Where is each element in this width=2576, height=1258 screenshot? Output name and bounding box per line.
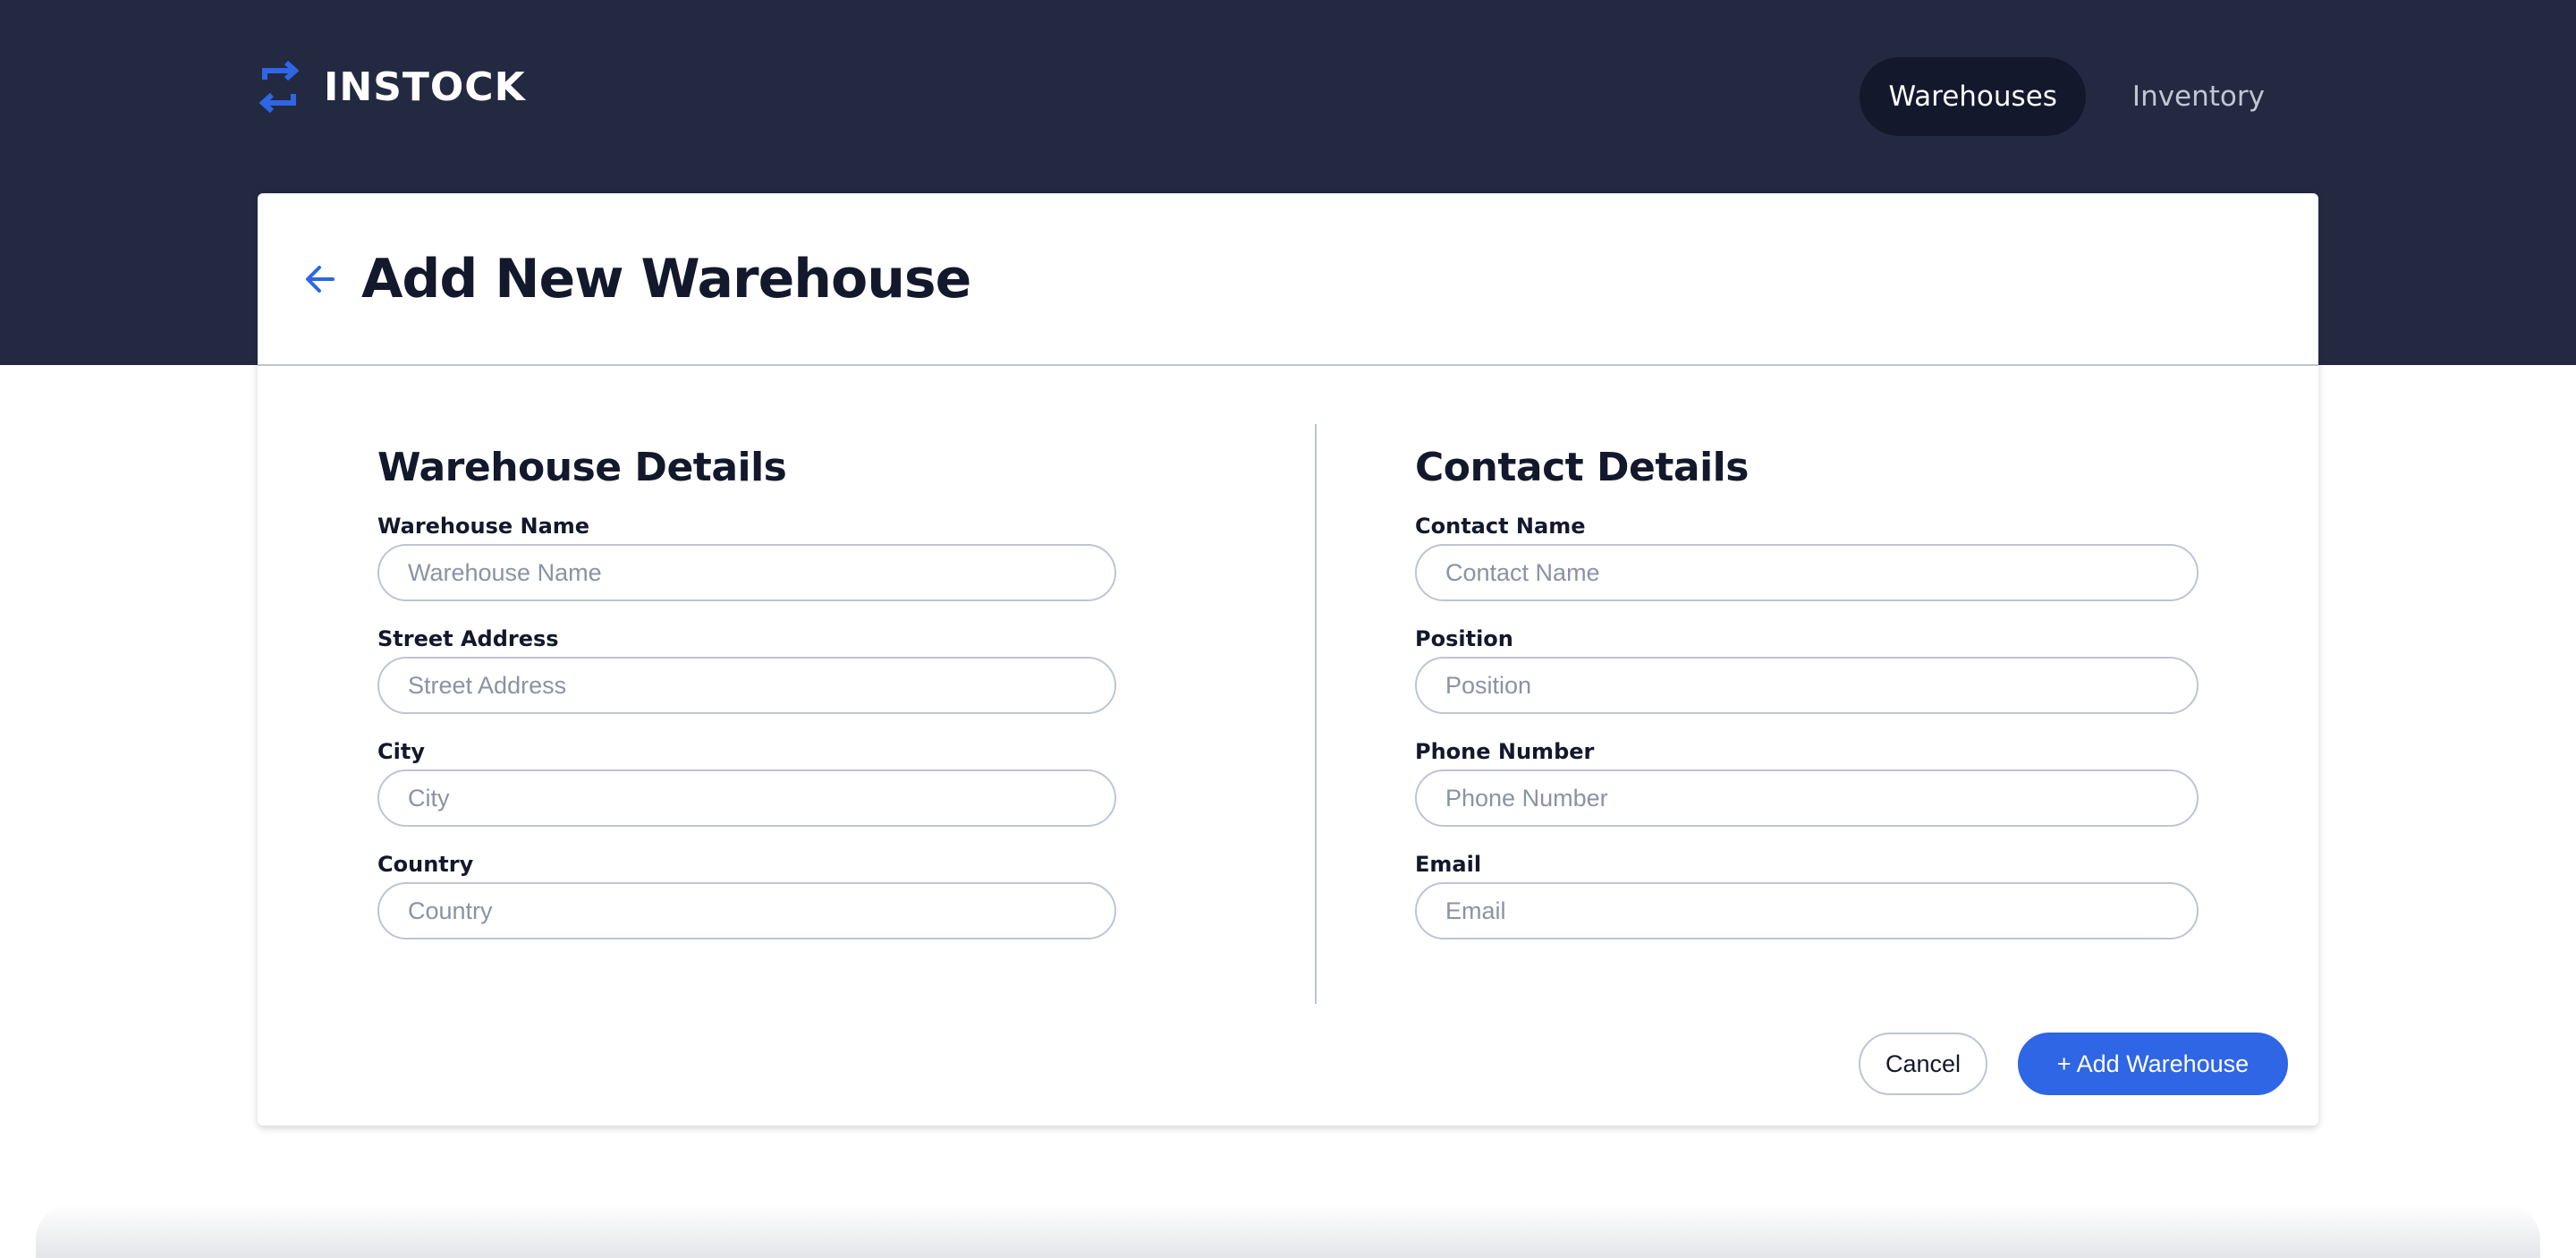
phone-number-label: Phone Number bbox=[1415, 739, 1595, 764]
warehouse-details-title: Warehouse Details bbox=[377, 445, 787, 490]
position-label: Position bbox=[1415, 626, 1513, 651]
email-input[interactable] bbox=[1415, 882, 2199, 939]
contact-details-title: Contact Details bbox=[1415, 445, 1749, 490]
warehouse-details-section: Warehouse Details Warehouse Name Street … bbox=[377, 429, 1116, 963]
warehouse-name-input[interactable] bbox=[377, 544, 1116, 601]
phone-number-group: Phone Number bbox=[1415, 737, 2199, 827]
position-input[interactable] bbox=[1415, 657, 2199, 714]
arrow-left-icon[interactable] bbox=[302, 261, 338, 297]
position-group: Position bbox=[1415, 625, 2199, 714]
city-input[interactable] bbox=[377, 769, 1116, 827]
bottom-shadow bbox=[36, 1204, 2540, 1258]
email-group: Email bbox=[1415, 850, 2199, 939]
main-nav: Warehouses Inventory bbox=[1860, 57, 2293, 136]
country-group: Country bbox=[377, 850, 1116, 939]
section-divider bbox=[1315, 424, 1317, 1004]
country-label: Country bbox=[377, 852, 474, 877]
country-input[interactable] bbox=[377, 882, 1116, 939]
street-address-label: Street Address bbox=[377, 626, 559, 651]
city-group: City bbox=[377, 737, 1116, 827]
form-actions: Cancel + Add Warehouse bbox=[1859, 1033, 2288, 1095]
cancel-button[interactable]: Cancel bbox=[1859, 1033, 1987, 1095]
street-address-group: Street Address bbox=[377, 625, 1116, 714]
nav-item-warehouses[interactable]: Warehouses bbox=[1860, 57, 2086, 136]
brand-name: INSTOCK bbox=[324, 64, 526, 110]
contact-details-section: Contact Details Contact Name Position Ph… bbox=[1415, 429, 2199, 963]
contact-name-group: Contact Name bbox=[1415, 512, 2199, 601]
contact-name-label: Contact Name bbox=[1415, 514, 1586, 539]
swap-arrows-icon bbox=[258, 60, 300, 114]
card-header: Add New Warehouse bbox=[258, 193, 2318, 366]
contact-name-input[interactable] bbox=[1415, 544, 2199, 601]
city-label: City bbox=[377, 739, 425, 764]
warehouse-name-label: Warehouse Name bbox=[377, 514, 590, 539]
add-warehouse-card: Add New Warehouse Warehouse Details Ware… bbox=[258, 193, 2318, 1126]
nav-item-inventory[interactable]: Inventory bbox=[2104, 57, 2293, 136]
add-warehouse-button[interactable]: + Add Warehouse bbox=[2018, 1033, 2288, 1095]
phone-number-input[interactable] bbox=[1415, 769, 2199, 827]
warehouse-name-group: Warehouse Name bbox=[377, 512, 1116, 601]
email-label: Email bbox=[1415, 852, 1482, 877]
logo[interactable]: INSTOCK bbox=[256, 59, 526, 115]
street-address-input[interactable] bbox=[377, 657, 1116, 714]
page-title: Add New Warehouse bbox=[361, 247, 971, 310]
